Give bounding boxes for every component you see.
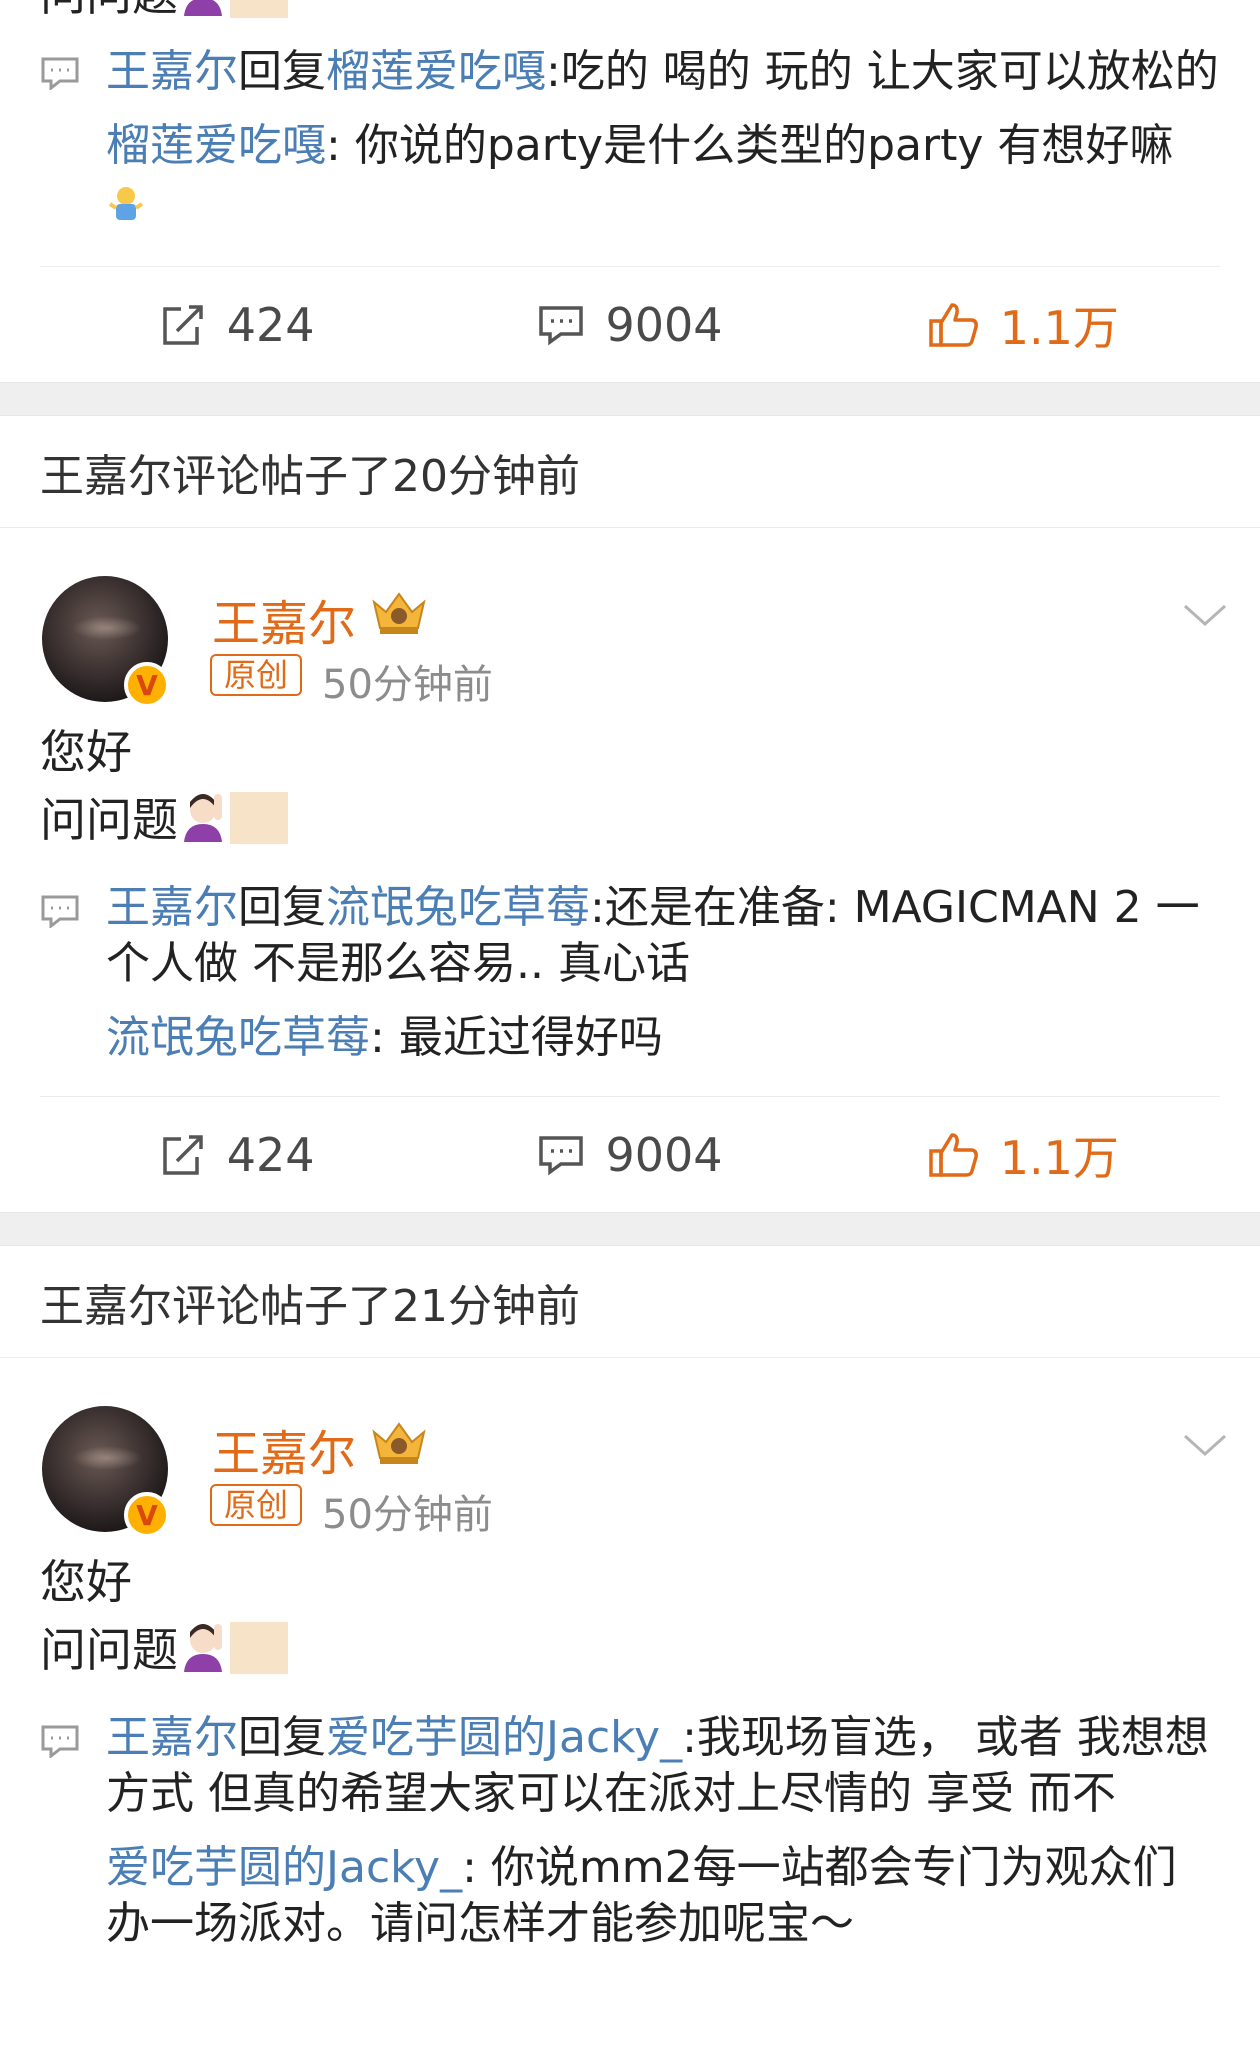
post-line-with-emoji: 问问题 — [40, 786, 1260, 854]
verified-badge-icon: V — [124, 662, 170, 708]
quote-author-link[interactable]: 爱吃芋圆的Jacky_ — [106, 1842, 462, 1893]
skin-tone-box — [230, 792, 288, 844]
post-time: 50分钟前 — [322, 1492, 493, 1538]
skin-tone-box — [230, 0, 288, 18]
person-raising-hand-icon — [178, 790, 228, 842]
post-card: 王嘉尔评论帖子了21分钟前 V 王嘉尔 原创 50分钟前 您好 问问题 王嘉尔回… — [0, 1246, 1260, 1952]
verified-badge-icon: V — [124, 1492, 170, 1538]
quote-sep: : — [462, 1842, 477, 1893]
quote-author-link[interactable]: 榴莲爱吃嘎 — [106, 120, 326, 171]
quoted-comment: 爱吃芋圆的Jacky_: 你说mm2每一站都会专门为观众们办一场派对。请问怎样才… — [106, 1840, 1220, 1952]
feed: 问问题 王嘉尔回复榴莲爱吃嘎:吃的 喝的 玩的 让大家可以放松的 榴莲爱吃嘎: … — [0, 0, 1260, 2015]
reply-verb: 回复 — [238, 46, 326, 97]
share-count: 424 — [226, 1127, 315, 1182]
person-raising-hand-icon — [178, 1620, 228, 1672]
author-row: V 王嘉尔 原创 50分钟前 — [0, 1358, 1260, 1548]
like-button[interactable]: 1.1万 — [827, 292, 1220, 358]
chevron-down-icon[interactable] — [1182, 1430, 1228, 1460]
post-line: 问问题 — [40, 1623, 178, 1677]
quote-sep: : — [326, 120, 341, 171]
reply-block: 王嘉尔回复榴莲爱吃嘎:吃的 喝的 玩的 让大家可以放松的 榴莲爱吃嘎: 你说的p… — [0, 28, 1260, 236]
author-name[interactable]: 王嘉尔 — [212, 584, 356, 654]
post-text-cut: 问问题 — [0, 0, 1260, 28]
reply-text: 王嘉尔回复流氓兔吃草莓:还是在准备: MAGICMAN 2 一个人做 不是那么容… — [106, 880, 1220, 992]
reply-author-link[interactable]: 王嘉尔 — [106, 1712, 238, 1763]
skin-tone-box — [230, 1622, 288, 1674]
original-badge: 原创 — [210, 654, 303, 696]
share-icon — [163, 304, 203, 345]
quote-content: 最近过得好吗 — [384, 1012, 663, 1063]
chevron-down-icon[interactable] — [1182, 600, 1228, 630]
person-raising-hand-icon — [178, 0, 228, 16]
comment-icon — [41, 895, 79, 928]
like-count: 1.1万 — [999, 300, 1119, 355]
reply-target-link[interactable]: 流氓兔吃草莓 — [326, 882, 590, 933]
post-card-top: 问问题 王嘉尔回复榴莲爱吃嘎:吃的 喝的 玩的 让大家可以放松的 榴莲爱吃嘎: … — [0, 0, 1260, 382]
card-separator — [0, 382, 1260, 416]
thumbs-up-icon — [928, 1132, 978, 1177]
reply-block: 王嘉尔回复流氓兔吃草莓:还是在准备: MAGICMAN 2 一个人做 不是那么容… — [0, 854, 1260, 1066]
post-line-with-emoji: 问问题 — [40, 1616, 1260, 1684]
post-text: 您好 问问题 — [0, 718, 1260, 854]
quote-content: 你说的party是什么类型的party 有想好嘛 — [340, 120, 1174, 171]
post-line: 问问题 — [40, 793, 178, 847]
share-count: 424 — [226, 297, 315, 352]
card-separator — [0, 1212, 1260, 1246]
post-text: 您好 问问题 — [0, 1548, 1260, 1684]
comment-icon — [41, 1725, 79, 1758]
reply-text: 王嘉尔回复榴莲爱吃嘎:吃的 喝的 玩的 让大家可以放松的 — [106, 44, 1220, 100]
crown-badge-icon — [372, 1422, 426, 1464]
reply-content: :吃的 喝的 玩的 让大家可以放松的 — [546, 46, 1219, 97]
original-badge: 原创 — [210, 1484, 303, 1526]
post-line: 您好 — [40, 725, 132, 779]
post-line: 问问题 — [40, 0, 178, 21]
quoted-comment: 流氓兔吃草莓: 最近过得好吗 — [106, 1010, 1220, 1066]
activity-header: 王嘉尔评论帖子了21分钟前 — [0, 1246, 1260, 1358]
comment-count: 9004 — [605, 1127, 723, 1182]
comment-button[interactable]: 9004 — [433, 298, 826, 352]
reply-author-link[interactable]: 王嘉尔 — [106, 46, 238, 97]
thumbs-up-icon — [928, 302, 978, 347]
share-button[interactable]: 424 — [40, 1128, 433, 1182]
comment-icon — [539, 1135, 584, 1175]
crown-badge-icon — [372, 592, 426, 634]
action-bar: 424 9004 1.1万 — [40, 266, 1220, 382]
reply-verb: 回复 — [238, 1712, 326, 1763]
reply-block: 王嘉尔回复爱吃芋圆的Jacky_:我现场盲选， 或者 我想想方式 但真的希望大家… — [0, 1684, 1260, 1952]
post-time: 50分钟前 — [322, 662, 493, 708]
reply-target-link[interactable]: 榴莲爱吃嘎 — [326, 46, 546, 97]
author-name[interactable]: 王嘉尔 — [212, 1414, 356, 1484]
comment-button[interactable]: 9004 — [433, 1128, 826, 1182]
comment-icon — [539, 305, 584, 345]
comment-count: 9004 — [605, 297, 723, 352]
reply-verb: 回复 — [238, 882, 326, 933]
action-bar: 424 9004 1.1万 — [40, 1096, 1220, 1212]
reply-target-link[interactable]: 爱吃芋圆的Jacky_ — [326, 1712, 682, 1763]
quote-sep: : — [370, 1012, 385, 1063]
post-line: 您好 — [40, 1555, 132, 1609]
shrug-emoji-icon — [106, 180, 146, 236]
reply-text: 王嘉尔回复爱吃芋圆的Jacky_:我现场盲选， 或者 我想想方式 但真的希望大家… — [106, 1710, 1220, 1822]
like-count: 1.1万 — [999, 1130, 1119, 1185]
comment-icon — [41, 57, 79, 90]
quote-author-link[interactable]: 流氓兔吃草莓 — [106, 1012, 370, 1063]
activity-header: 王嘉尔评论帖子了20分钟前 — [0, 416, 1260, 528]
author-row: V 王嘉尔 原创 50分钟前 — [0, 528, 1260, 718]
quoted-comment: 榴莲爱吃嘎: 你说的party是什么类型的party 有想好嘛 — [106, 118, 1220, 236]
like-button[interactable]: 1.1万 — [827, 1122, 1220, 1188]
share-icon — [163, 1134, 203, 1175]
share-button[interactable]: 424 — [40, 298, 433, 352]
reply-author-link[interactable]: 王嘉尔 — [106, 882, 238, 933]
post-card: 王嘉尔评论帖子了20分钟前 V 王嘉尔 原创 50分钟前 您好 问问题 王嘉尔回… — [0, 416, 1260, 1212]
